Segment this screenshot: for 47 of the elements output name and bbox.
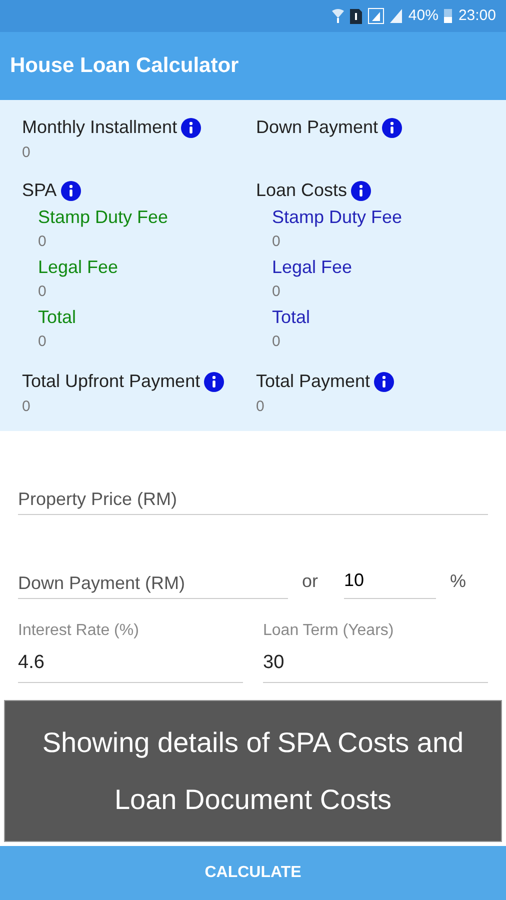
input-field[interactable]: Property Price (RM) xyxy=(18,485,488,515)
fee-value: 0 xyxy=(272,282,282,302)
summary-label: SPA xyxy=(22,179,57,202)
info-icon[interactable] xyxy=(351,180,372,200)
input-field[interactable]: Interest Rate (%) 4.6 xyxy=(18,619,243,682)
battery-percentage: 40% xyxy=(408,6,438,26)
fee-value: 0 xyxy=(272,232,282,252)
summary-label: Loan Costs xyxy=(256,179,348,202)
wifi-icon xyxy=(332,8,344,24)
fee-label: Legal Fee xyxy=(38,256,120,279)
field-label: Interest Rate (%) xyxy=(18,621,140,641)
sim-icon xyxy=(350,8,362,24)
field-value: 4.6 xyxy=(18,651,46,675)
fee-label: Total xyxy=(38,306,78,329)
info-icon[interactable] xyxy=(204,372,224,392)
caption-text: Showing details of SPA Costs and Loan Document Costs xyxy=(41,726,465,817)
info-icon[interactable] xyxy=(382,118,402,138)
fee-label: Total xyxy=(272,306,312,329)
clock: 23:00 xyxy=(458,6,496,26)
app-title: House Loan Calculator xyxy=(10,53,239,80)
summary-label: Total Upfront Payment xyxy=(22,370,200,393)
battery-icon xyxy=(444,9,452,23)
percent-field[interactable]: 10 xyxy=(344,563,436,599)
fee-label: Legal Fee xyxy=(272,256,354,279)
info-icon[interactable] xyxy=(181,118,202,138)
input-field[interactable]: Down Payment (RM) xyxy=(18,569,288,599)
fee-label: Stamp Duty Fee xyxy=(272,206,404,229)
info-icon[interactable] xyxy=(60,180,81,200)
fee-value: 0 xyxy=(38,332,48,352)
info-icon[interactable] xyxy=(374,372,394,392)
input-field[interactable]: Loan Term (Years) 30 xyxy=(263,619,488,682)
summary-label: Down Payment xyxy=(256,116,378,139)
field-label: Loan Term (Years) xyxy=(263,621,395,641)
summary-value: 0 xyxy=(256,397,266,417)
fee-label: Stamp Duty Fee xyxy=(38,206,170,229)
signal-icon xyxy=(368,8,384,24)
summary-label: Monthly Installment xyxy=(22,116,178,139)
field-value: 30 xyxy=(263,651,286,675)
signal-icon xyxy=(390,9,402,23)
or-label: or xyxy=(302,570,318,593)
summary-value: 0 xyxy=(22,143,32,163)
percent-sign: % xyxy=(450,570,466,593)
fee-value: 0 xyxy=(38,282,48,302)
fee-value: 0 xyxy=(38,232,48,252)
summary-value: 0 xyxy=(22,397,32,417)
summary-label: Total Payment xyxy=(256,370,370,393)
fee-value: 0 xyxy=(272,332,282,352)
